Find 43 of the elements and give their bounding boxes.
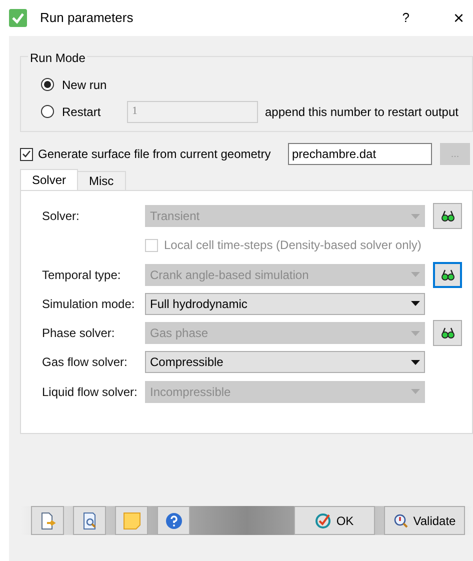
glasses-icon — [440, 268, 454, 281]
restart-hint: append this number to restart output — [265, 104, 458, 120]
caret-icon — [411, 214, 420, 218]
checkbox-label: Local cell time-steps (Density-based solver only) — [164, 237, 422, 254]
checkbox-label: Generate surface file from current geometry — [38, 146, 272, 163]
ok-button[interactable]: OK — [294, 506, 375, 535]
radio-button[interactable] — [41, 105, 54, 118]
caret-icon — [411, 330, 420, 336]
radio-label: New run — [62, 76, 108, 94]
preview-button[interactable] — [73, 506, 106, 535]
validate-button[interactable]: Validate — [384, 506, 465, 535]
field-label: Temporal type: — [42, 266, 122, 284]
window-title: Run parameters — [40, 9, 134, 28]
document-arrow-icon — [38, 512, 56, 530]
help-button[interactable] — [157, 506, 190, 535]
field-label: Gas flow solver: — [42, 354, 128, 372]
question-icon — [164, 512, 182, 530]
glasses-icon — [440, 210, 454, 222]
radio-button[interactable] — [41, 78, 54, 91]
file-name-field[interactable]: prechambre.dat — [288, 143, 432, 165]
caret-icon — [411, 360, 420, 365]
caret-icon — [411, 389, 420, 394]
help-button[interactable]: ? — [402, 8, 410, 28]
field-label: Solver: — [42, 208, 80, 225]
dropdown[interactable]: Compressible — [145, 351, 425, 374]
export-button[interactable] — [31, 506, 64, 535]
document-magnifier-icon — [80, 512, 98, 530]
close-button[interactable]: × — [453, 9, 464, 27]
glasses-icon — [440, 327, 454, 340]
caret-icon — [411, 272, 420, 278]
magnifier-icon — [393, 512, 410, 528]
checkmark-icon — [315, 512, 332, 528]
checkmark-icon — [9, 9, 27, 27]
radio-label: Restart — [62, 104, 102, 120]
field-label: Liquid flow solver: — [42, 384, 138, 401]
dropdown[interactable]: Full hydrodynamic — [145, 292, 425, 315]
tab[interactable]: Solver — [20, 169, 78, 191]
tab[interactable]: Misc — [78, 171, 126, 191]
sticky-note-icon — [122, 512, 140, 530]
field-label: Phase solver: — [42, 325, 116, 342]
field-label: Simulation mode: — [42, 296, 136, 313]
caret-icon — [411, 301, 420, 306]
checkbox[interactable] — [20, 148, 33, 160]
